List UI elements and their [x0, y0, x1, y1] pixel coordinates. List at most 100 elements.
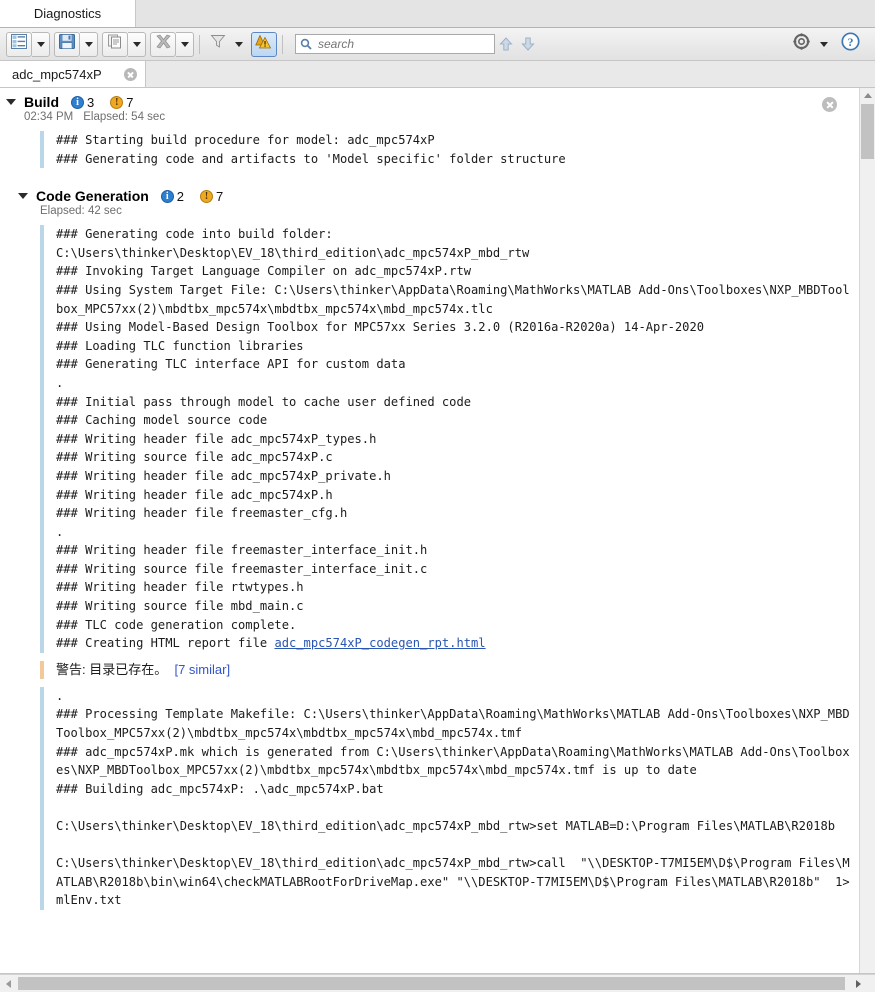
warning-icon: !	[200, 189, 214, 203]
stage-codegen-subheader: Elapsed: 42 sec	[0, 205, 859, 217]
stage-codegen-warning-block: 警告: 目录已存在。 [7 similar]	[0, 660, 859, 679]
clear-dropdown[interactable]	[176, 31, 194, 57]
info-icon: i	[71, 95, 84, 109]
filter-button[interactable]	[205, 32, 231, 57]
warning-icon: !	[110, 95, 124, 109]
search-box[interactable]	[295, 34, 495, 54]
toolbar-right-group: ?	[788, 32, 869, 57]
model-tab-adc-mpc574xp[interactable]: adc_mpc574xP	[0, 61, 146, 87]
chevron-down-icon[interactable]	[6, 99, 16, 105]
chevron-down-icon	[820, 41, 828, 47]
search-icon	[300, 38, 312, 50]
stage-codegen-messages-1: ### Generating code into build folder: C…	[44, 225, 859, 653]
settings-button[interactable]	[788, 32, 814, 57]
find-previous-button[interactable]	[495, 33, 517, 55]
info-count: 2	[176, 188, 185, 204]
stage-build-subheader: 02:34 PM Elapsed: 54 sec	[0, 111, 859, 123]
model-tabbar: adc_mpc574xP	[0, 61, 875, 88]
stage-build-header[interactable]: Build i 3 ! 7	[0, 88, 859, 110]
help-button[interactable]: ?	[837, 32, 863, 57]
window-tabstrip: Diagnostics	[0, 0, 875, 28]
stage-build-title: Build	[24, 94, 59, 110]
copy-group	[102, 31, 146, 57]
stage-build-messages: ### Starting build procedure for model: …	[56, 133, 566, 166]
stage-codegen-title: Code Generation	[36, 188, 149, 205]
codegen-log-text-1: ### Generating code into build folder: C…	[56, 227, 850, 632]
save-dropdown[interactable]	[80, 31, 98, 57]
triangle-right-icon	[856, 979, 861, 988]
chevron-down-icon	[132, 41, 141, 47]
find-next-button[interactable]	[517, 33, 539, 55]
chevron-down-icon	[36, 41, 45, 47]
scroll-right-button[interactable]	[850, 975, 867, 992]
settings-dropdown[interactable]	[816, 32, 832, 57]
diagnostic-viewer-window: Diagnostics search ? adc_mpc574xP Build …	[0, 0, 875, 992]
clear-group	[150, 31, 194, 57]
diagnostics-content: Build i 3 ! 7 02:34 PM Elapsed: 54 sec #…	[0, 88, 875, 974]
vertical-scroll-thumb[interactable]	[861, 104, 874, 159]
vertical-scrollbar[interactable]	[859, 88, 875, 973]
stage-codegen-warn-badge: ! 7	[200, 189, 223, 204]
info-count: 3	[87, 94, 95, 110]
view-list-dropdown[interactable]	[32, 31, 50, 57]
search-input[interactable]	[316, 36, 490, 52]
model-tab-label: adc_mpc574xP	[12, 66, 102, 82]
save-group	[54, 31, 98, 57]
warning-count: 7	[216, 188, 224, 204]
stage-codegen-info-badge: i 2	[160, 188, 185, 204]
diagnostics-scrollview[interactable]: Build i 3 ! 7 02:34 PM Elapsed: 54 sec #…	[0, 88, 859, 973]
stage-build: Build i 3 ! 7 02:34 PM Elapsed: 54 sec #…	[0, 88, 859, 169]
help-question-icon: ?	[840, 32, 860, 56]
stage-codegen-elapsed: Elapsed: 42 sec	[40, 205, 122, 218]
funnel-icon	[210, 34, 226, 54]
stage-code-generation: Code Generation i 2 ! 7 Elapsed: 42 sec	[0, 182, 859, 910]
horizontal-scrollbar[interactable]	[0, 974, 875, 992]
scroll-up-button[interactable]	[860, 88, 875, 103]
warning-count: 7	[126, 94, 134, 110]
main-toolbar: ?	[0, 28, 875, 61]
tab-diagnostics[interactable]: Diagnostics	[0, 0, 136, 27]
save-button[interactable]	[54, 31, 80, 57]
chevron-down-icon	[180, 41, 189, 47]
chevron-down-icon	[84, 41, 93, 47]
chevron-down-icon[interactable]	[18, 193, 28, 200]
view-list-group	[6, 31, 50, 57]
warning-message: 警告: 目录已存在。	[56, 661, 168, 677]
save-disk-icon	[59, 34, 75, 54]
clear-x-icon	[155, 34, 172, 54]
filter-group	[205, 32, 247, 57]
stage-codegen-header[interactable]: Code Generation i 2 ! 7	[0, 182, 859, 204]
warnings-icon	[255, 34, 273, 55]
stage-codegen-warning-text: 警告: 目录已存在。 [7 similar]	[44, 661, 234, 679]
similar-warnings-link[interactable]: [7 similar]	[174, 662, 230, 677]
scroll-left-button[interactable]	[0, 975, 17, 992]
stage-build-info-badge: i 3	[71, 95, 94, 110]
tabstrip-filler	[136, 0, 875, 27]
chevron-down-icon	[235, 41, 243, 47]
close-build-stage-button[interactable]	[822, 97, 837, 112]
stage-codegen-messages-2: . ### Processing Template Makefile: C:\U…	[56, 688, 850, 908]
stage-codegen-message-block-1: ### Generating code into build folder: C…	[0, 225, 859, 653]
clear-button[interactable]	[150, 31, 176, 57]
stage-build-message-block: ### Starting build procedure for model: …	[0, 131, 859, 169]
copy-button[interactable]	[102, 31, 128, 57]
copy-dropdown[interactable]	[128, 31, 146, 57]
stage-build-warn-badge: ! 7	[110, 95, 133, 110]
codegen-report-link[interactable]: adc_mpc574xP_codegen_rpt.html	[274, 636, 485, 650]
info-icon: i	[160, 189, 174, 203]
view-list-button[interactable]	[6, 31, 32, 57]
stage-build-elapsed: Elapsed: 54 sec	[83, 111, 166, 123]
stage-codegen-message-block-2: . ### Processing Template Makefile: C:\U…	[0, 686, 859, 910]
model-tabbar-filler	[145, 61, 875, 87]
copy-pages-icon	[107, 34, 123, 54]
stage-build-time: 02:34 PM	[24, 111, 74, 123]
gear-icon	[792, 33, 810, 55]
tab-diagnostics-label: Diagnostics	[33, 5, 102, 21]
list-view-icon	[11, 34, 27, 54]
horizontal-scroll-thumb[interactable]	[18, 977, 845, 990]
filter-dropdown[interactable]	[231, 32, 247, 57]
toolbar-separator-1	[199, 34, 200, 54]
close-circle-icon[interactable]	[123, 67, 137, 81]
warnings-button[interactable]	[251, 31, 277, 57]
triangle-up-icon	[863, 93, 872, 98]
